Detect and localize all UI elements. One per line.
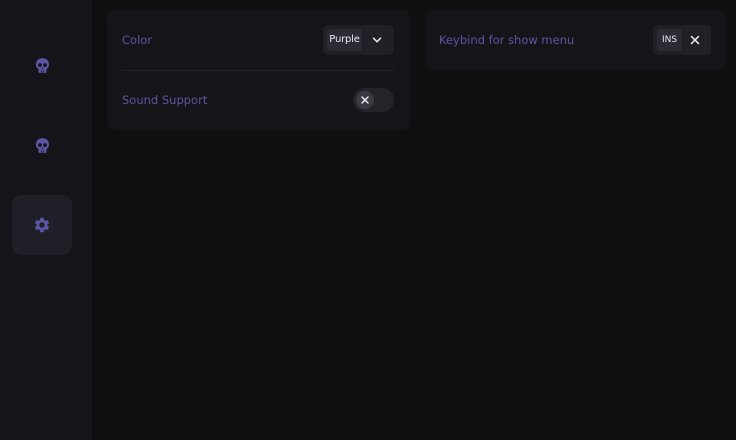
gear-icon: [34, 217, 50, 233]
chevron-down-icon: [372, 37, 382, 43]
color-dropdown[interactable]: Purple: [323, 25, 394, 55]
keybind-label: Keybind for show menu: [439, 33, 575, 47]
color-label: Color: [122, 33, 153, 47]
sidebar-item-skull-1[interactable]: [12, 35, 72, 95]
sound-support-label: Sound Support: [122, 93, 208, 107]
sound-support-toggle[interactable]: [353, 88, 394, 112]
settings-panel-general: Color Purple Sound Support: [107, 10, 410, 130]
skull-icon: [35, 57, 49, 73]
close-icon[interactable]: [689, 34, 701, 46]
sidebar-item-skull-2[interactable]: [12, 115, 72, 175]
skull-icon: [35, 137, 49, 153]
toggle-knob: [356, 91, 374, 109]
row-divider: [122, 70, 394, 71]
keybind-control: INS: [653, 25, 711, 55]
close-icon: [361, 96, 369, 104]
sidebar-item-settings[interactable]: [12, 195, 72, 255]
settings-panel-keybind: Keybind for show menu INS: [425, 10, 726, 70]
color-selected-value: Purple: [327, 29, 362, 51]
keybind-key-button[interactable]: INS: [657, 29, 682, 51]
app-window: Color Purple Sound Support Keybind for s…: [0, 0, 736, 440]
sidebar: [0, 0, 92, 440]
